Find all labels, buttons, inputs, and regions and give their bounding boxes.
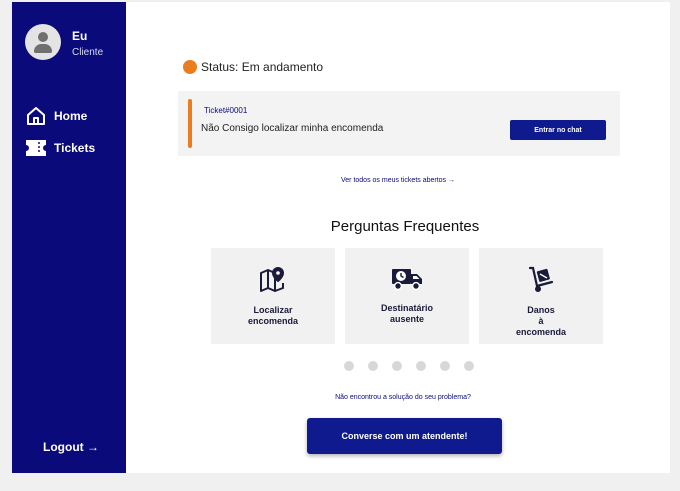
- user-role: Cliente: [72, 47, 104, 58]
- ticket-accent-bar: [188, 99, 192, 148]
- main-content: Status: Em andamento Ticket#0001 Não Con…: [126, 2, 670, 473]
- ticket-id: Ticket#0001: [204, 106, 248, 115]
- ticket-status: Status: Em andamento: [183, 60, 323, 74]
- sidebar-item-home[interactable]: Home: [26, 106, 87, 126]
- carousel-pagination: [344, 361, 474, 371]
- enter-chat-button[interactable]: Entrar no chat: [510, 120, 606, 140]
- faq-title: Perguntas Frequentes: [330, 218, 480, 235]
- sidebar: Eu Cliente Home Tickets Logout →: [12, 2, 126, 473]
- carousel-dot[interactable]: [344, 361, 354, 371]
- carousel-dot[interactable]: [392, 361, 402, 371]
- avatar-head: [38, 32, 48, 42]
- faq-label: Destinatário ausente: [380, 303, 433, 324]
- status-dot-icon: [183, 60, 197, 74]
- carousel-dot[interactable]: [440, 361, 450, 371]
- carousel-dot[interactable]: [464, 361, 474, 371]
- home-icon: [26, 106, 46, 126]
- talk-to-agent-button[interactable]: Converse com um atendente!: [307, 418, 502, 454]
- ticket-icon: [26, 140, 46, 156]
- delivery-truck-clock-icon: [391, 248, 423, 297]
- sidebar-item-tickets-label: Tickets: [54, 141, 96, 155]
- ticket-subject: Não Consigo localizar minha encomenda: [201, 123, 384, 134]
- ticket-card[interactable]: Ticket#0001 Não Consigo localizar minha …: [178, 91, 620, 156]
- logout-link[interactable]: Logout →: [43, 440, 99, 454]
- sidebar-item-home-label: Home: [54, 109, 88, 123]
- sidebar-item-tickets[interactable]: Tickets: [26, 138, 95, 158]
- faq-label: Danos à encomenda: [515, 305, 566, 337]
- faq-card-destinatario[interactable]: Destinatário ausente: [345, 248, 469, 344]
- faq-card-danos[interactable]: Danos à encomenda: [479, 248, 603, 344]
- avatar-body: [34, 44, 52, 53]
- status-text: Status: Em andamento: [201, 60, 324, 74]
- hand-truck-box-icon: [527, 248, 555, 299]
- carousel-dot[interactable]: [416, 361, 426, 371]
- user-name: Eu: [72, 29, 88, 43]
- faq-label: Localizar encomenda: [247, 305, 298, 326]
- avatar[interactable]: [25, 24, 61, 60]
- map-pin-icon: [259, 248, 287, 299]
- see-all-tickets-link[interactable]: Ver todos os meus tickets abertos →: [126, 177, 670, 184]
- help-question: Não encontrou a solução do seu problema?: [335, 394, 471, 401]
- faq-card-localizar[interactable]: Localizar encomenda: [211, 248, 335, 344]
- carousel-dot[interactable]: [368, 361, 378, 371]
